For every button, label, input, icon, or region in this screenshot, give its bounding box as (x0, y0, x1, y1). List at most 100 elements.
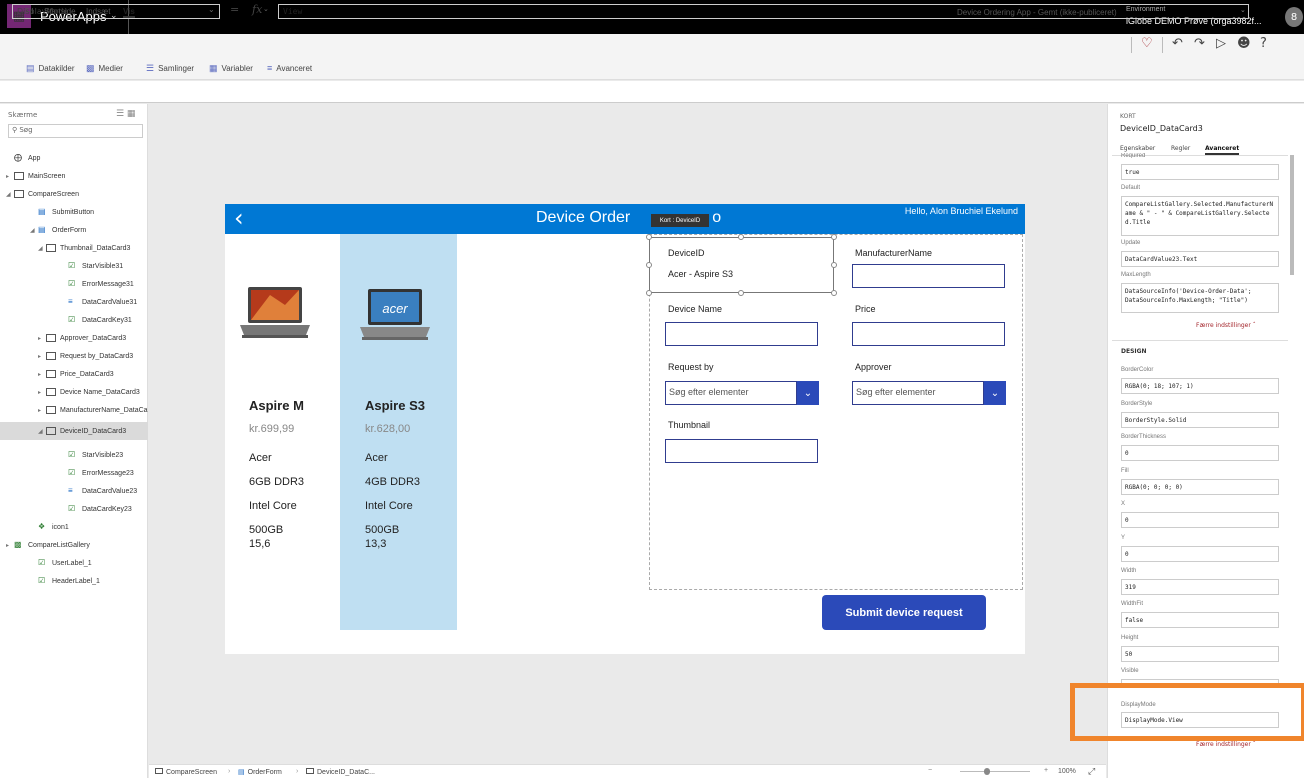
fx-icon[interactable]: fx (252, 3, 262, 16)
app-checker-icon[interactable]: ♡ (1141, 36, 1153, 51)
tree-item-datacard[interactable]: ▸ Price_DataCard3 (0, 365, 148, 383)
widthfit-field[interactable]: false (1121, 612, 1279, 628)
zoom-in-button[interactable]: + (1044, 767, 1048, 774)
expand-arrow-icon[interactable]: ▸ (38, 389, 46, 396)
tree-item-label[interactable]: ☑ UserLabel_1 (0, 554, 148, 572)
tree-item-datacard[interactable]: ▸ Device Name_DataCard3 (0, 383, 148, 401)
tree-item-datacard[interactable]: ▸ Request by_DataCard3 (0, 347, 148, 365)
scrollbar[interactable] (1290, 155, 1294, 275)
expand-arrow-icon[interactable]: ▸ (6, 173, 14, 180)
ribbon-datasources[interactable]: ▤ Datakilder (26, 63, 75, 74)
zoom-slider-thumb[interactable] (984, 768, 990, 775)
zoom-out-button[interactable]: − (928, 767, 932, 774)
resize-handle[interactable] (738, 290, 744, 296)
zoom-slider[interactable] (960, 771, 1030, 772)
resize-handle[interactable] (831, 262, 837, 268)
tree-item-submitbutton[interactable]: ▤ SubmitButton (0, 203, 148, 221)
tree-item-gallery[interactable]: ▸ ▩ CompareListGallery (0, 536, 148, 554)
tab-advanced[interactable]: Avanceret (1205, 145, 1240, 155)
tree-item-label[interactable]: ☑ ErrorMessage23 (0, 464, 148, 482)
ribbon-advanced[interactable]: ≡ Avanceret (267, 63, 312, 73)
expand-arrow-icon[interactable]: ▸ (38, 371, 46, 378)
fewer-settings-button[interactable]: Færre indstillinger ˆ (1196, 741, 1256, 748)
tree-item-icon[interactable]: ❖ icon1 (0, 518, 148, 536)
expand-arrow-icon[interactable]: ▸ (38, 407, 46, 414)
tree-item-datacard-selected[interactable]: ◢ DeviceID_DataCard3 (0, 422, 148, 440)
tree-item-textinput[interactable]: ≡ DataCardValue31 (0, 293, 148, 311)
required-field[interactable]: true (1121, 164, 1279, 180)
tree-item-mainscreen[interactable]: ▸ MainScreen (0, 167, 148, 185)
expand-arrow-icon[interactable]: ◢ (38, 245, 46, 252)
submit-device-request-button[interactable]: Submit device request (822, 595, 986, 630)
avatar[interactable]: 8 (1285, 7, 1303, 27)
x-field[interactable]: 0 (1121, 512, 1279, 528)
resize-handle[interactable] (738, 234, 744, 240)
play-icon[interactable]: ▷ (1216, 36, 1226, 51)
tree-item-label[interactable]: ☑ DataCardKey23 (0, 500, 148, 518)
tab-rules[interactable]: Regler (1171, 145, 1190, 152)
fill-field[interactable]: RGBA(0; 0; 0; 0) (1121, 479, 1279, 495)
tree-search-input[interactable]: ⚲ Søg (8, 124, 143, 138)
maxlength-field[interactable]: DataSourceInfo('Device-Order-Data'; Data… (1121, 283, 1279, 313)
bordercolor-field[interactable]: RGBA(0; 18; 107; 1) (1121, 378, 1279, 394)
expand-formula-icon[interactable]: ⌄ (1240, 6, 1246, 14)
tree-view-toggle-icon[interactable]: ☰ ▦ (116, 109, 135, 119)
tab-properties[interactable]: Egenskaber (1120, 145, 1155, 152)
resize-handle[interactable] (646, 290, 652, 296)
update-field[interactable]: DataCardValue23.Text (1121, 251, 1279, 267)
ribbon-media[interactable]: ▩ Medier (86, 63, 123, 74)
ribbon-collections[interactable]: ☰ Samlinger (146, 63, 194, 74)
breadcrumb-form[interactable]: ▤ OrderForm (238, 768, 282, 776)
tree-item-label[interactable]: ☑ ErrorMessage31 (0, 275, 148, 293)
tree-item-datacard[interactable]: ▸ ManufacturerName_DataCa (0, 401, 148, 419)
expand-arrow-icon[interactable]: ◢ (30, 227, 38, 234)
laptop-image[interactable] (240, 285, 310, 341)
chevron-down-icon[interactable]: ⌄ (984, 381, 1006, 405)
price-input[interactable] (852, 322, 1005, 346)
tree-item-datacard[interactable]: ▸ Approver_DataCard3 (0, 329, 148, 347)
approver-combobox[interactable]: Søg efter elementer (852, 381, 984, 405)
redo-icon[interactable]: ↷ (1194, 36, 1205, 51)
thumbnail-input[interactable] (665, 439, 818, 463)
default-field[interactable]: CompareListGallery.Selected.Manufacturer… (1121, 196, 1279, 236)
user-icon[interactable]: ☻ (1237, 36, 1251, 51)
tree-item-label[interactable]: ☑ StarVisible23 (0, 446, 148, 464)
resize-handle[interactable] (646, 234, 652, 240)
breadcrumb-card[interactable]: DeviceID_DataC... (306, 768, 375, 776)
back-arrow-icon[interactable]: ‹ (234, 204, 244, 232)
expand-arrow-icon[interactable]: ◢ (38, 428, 46, 435)
resize-handle[interactable] (831, 234, 837, 240)
tree-item-label[interactable]: ☑ StarVisible31 (0, 257, 148, 275)
help-icon[interactable]: ? (1260, 36, 1267, 51)
deviceid-card-selection[interactable] (649, 237, 834, 293)
ribbon-variables[interactable]: ▦ Variabler (209, 63, 253, 74)
width-field[interactable]: 319 (1121, 579, 1279, 595)
expand-arrow-icon[interactable]: ▸ (38, 335, 46, 342)
tree-item-app[interactable]: ⨁ App (0, 149, 148, 167)
expand-arrow-icon[interactable]: ▸ (38, 353, 46, 360)
tree-item-label[interactable]: ☑ DataCardKey31 (0, 311, 148, 329)
tree-item-textinput[interactable]: ≡ DataCardValue23 (0, 482, 148, 500)
tree-item-datacard[interactable]: ◢ Thumbnail_DataCard3 (0, 239, 148, 257)
y-field[interactable]: 0 (1121, 546, 1279, 562)
property-dropdown[interactable]: DisplayMode (12, 4, 220, 19)
gallery-item-name[interactable]: Aspire M (249, 398, 304, 413)
resize-handle[interactable] (831, 290, 837, 296)
borderstyle-field[interactable]: BorderStyle.Solid (1121, 412, 1279, 428)
chevron-down-icon[interactable]: ⌄ (263, 5, 269, 13)
manufacturer-input[interactable] (852, 264, 1005, 288)
devicename-input[interactable] (665, 322, 818, 346)
tree-item-label[interactable]: ☑ HeaderLabel_1 (0, 572, 148, 590)
resize-handle[interactable] (646, 262, 652, 268)
formula-input[interactable]: View (278, 4, 1249, 19)
tree-item-comparescreen[interactable]: ◢ CompareScreen (0, 185, 148, 203)
fewer-settings-button[interactable]: Færre indstillinger ˆ (1196, 322, 1256, 329)
borderthickness-field[interactable]: 0 (1121, 445, 1279, 461)
fullscreen-icon[interactable]: ⤢ (1088, 766, 1095, 777)
requestby-combobox[interactable]: Søg efter elementer (665, 381, 797, 405)
expand-arrow-icon[interactable]: ◢ (6, 191, 14, 198)
chevron-down-icon[interactable]: ⌄ (797, 381, 819, 405)
chevron-down-icon[interactable]: ⌄ (208, 5, 215, 14)
expand-arrow-icon[interactable]: ▸ (6, 542, 14, 549)
undo-icon[interactable]: ↶ (1172, 36, 1183, 51)
